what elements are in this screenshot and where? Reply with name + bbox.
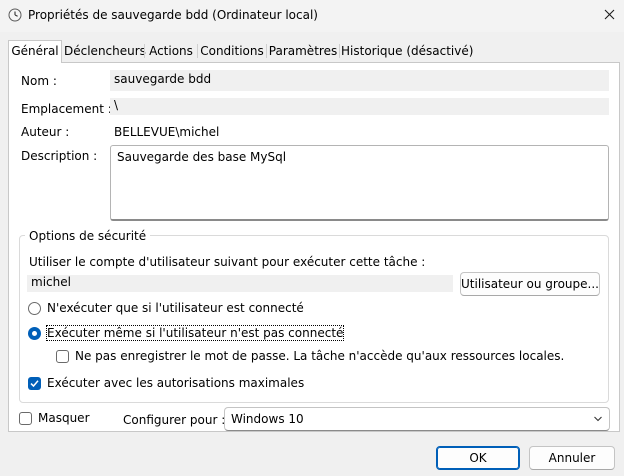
run-always-radio[interactable] xyxy=(28,327,41,340)
name-field[interactable]: sauvegarde bdd xyxy=(110,70,609,91)
ok-button[interactable]: OK xyxy=(436,446,520,470)
tab-separator xyxy=(266,44,267,58)
chevron-down-icon xyxy=(593,413,603,427)
tab-separator xyxy=(144,44,145,58)
location-field: \ xyxy=(110,98,609,115)
tab-settings[interactable]: Paramètres xyxy=(268,41,338,62)
configure-for-value: Windows 10 xyxy=(231,412,304,426)
highest-privileges-checkbox[interactable] xyxy=(28,377,41,390)
task-scheduler-clock-icon xyxy=(8,8,22,22)
hidden-checkbox[interactable] xyxy=(19,412,32,425)
user-or-group-button[interactable]: Utilisateur ou groupe... xyxy=(460,272,600,296)
tab-separator xyxy=(339,44,340,58)
author-value: BELLEVUE\michel xyxy=(114,125,220,139)
tab-general[interactable]: Général xyxy=(8,40,62,63)
run-always-label: Exécuter même si l'utilisateur n'est pas… xyxy=(45,325,345,341)
location-label: Emplacement : xyxy=(21,102,112,116)
name-label: Nom : xyxy=(21,74,57,88)
cancel-button[interactable]: Annuler xyxy=(529,446,615,470)
author-label: Auteur : xyxy=(21,125,70,139)
run-logged-on-label: N'exécuter que si l'utilisateur est conn… xyxy=(47,301,304,315)
configure-for-select[interactable]: Windows 10 xyxy=(224,407,610,431)
run-logged-on-radio[interactable] xyxy=(28,302,41,315)
tab-actions[interactable]: Actions xyxy=(146,41,196,62)
tab-history[interactable]: Historique (désactivé) xyxy=(341,41,473,62)
highest-privileges-label: Exécuter avec les autorisations maximale… xyxy=(47,376,305,390)
tab-triggers[interactable]: Déclencheurs xyxy=(64,41,146,62)
description-textarea[interactable]: Sauvegarde des base MySql xyxy=(110,145,609,221)
no-store-password-label: Ne pas enregistrer le mot de passe. La t… xyxy=(75,349,565,363)
general-tab-panel: Nom : sauvegarde bdd Emplacement : \ Aut… xyxy=(8,62,620,432)
close-icon xyxy=(604,9,615,23)
account-field: michel xyxy=(27,275,453,292)
configure-for-label: Configurer pour : xyxy=(123,413,226,427)
security-options-title: Options de sécurité xyxy=(25,229,151,243)
window-title: Propriétés de sauvegarde bdd (Ordinateur… xyxy=(28,8,318,22)
description-label: Description : xyxy=(21,149,98,163)
title-bar: Propriétés de sauvegarde bdd (Ordinateur… xyxy=(0,0,624,32)
no-store-password-checkbox[interactable] xyxy=(56,350,69,363)
tab-separator xyxy=(197,44,198,58)
account-prompt: Utiliser le compte d'utilisateur suivant… xyxy=(29,255,426,269)
checkmark-icon xyxy=(30,377,39,391)
tab-conditions[interactable]: Conditions xyxy=(199,41,265,62)
close-button[interactable] xyxy=(594,0,624,32)
hidden-label: Masquer xyxy=(38,411,90,425)
